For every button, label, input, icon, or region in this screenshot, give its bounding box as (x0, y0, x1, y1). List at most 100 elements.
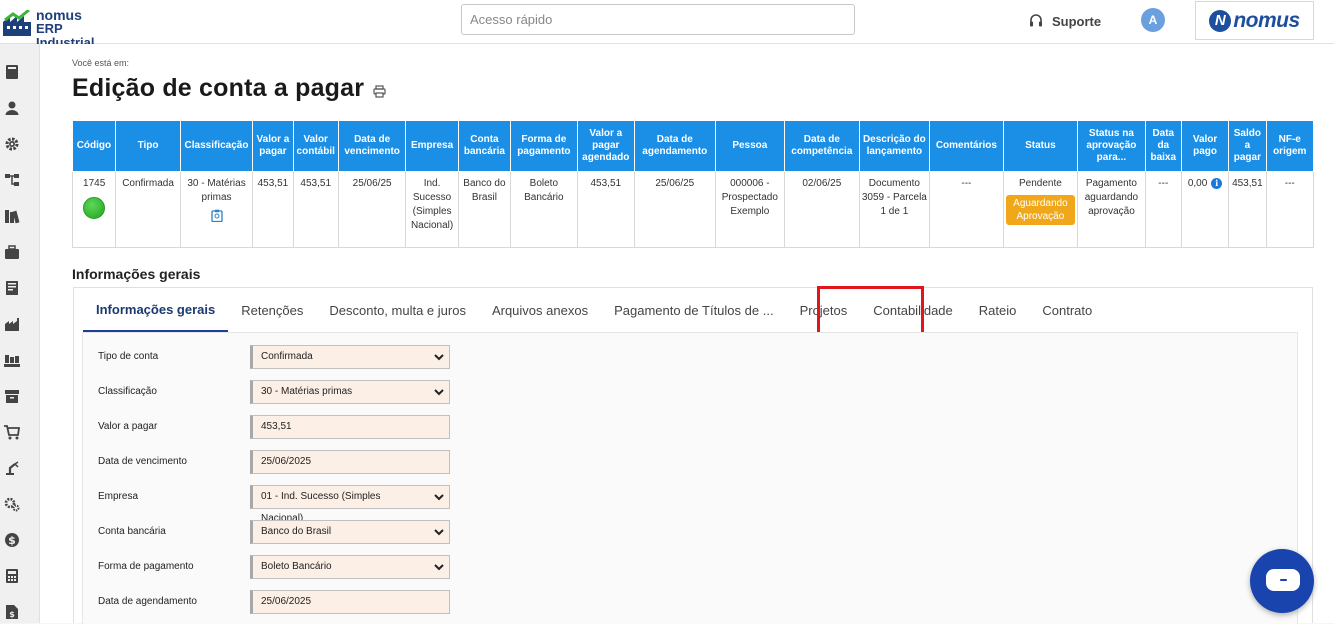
col-header[interactable]: NF-e origem (1265, 121, 1314, 172)
quick-access-search-input[interactable] (461, 4, 855, 35)
chevron-down-icon (434, 354, 444, 361)
cell-data-agendamento: 25/06/25 (634, 170, 716, 248)
pallet-icon[interactable] (4, 352, 20, 368)
robot-arm-icon[interactable] (4, 460, 20, 476)
cell-valor-pago: 0,00 i (1180, 170, 1230, 248)
col-header[interactable]: Tipo (115, 121, 181, 172)
col-header[interactable]: Valor pago (1180, 121, 1230, 172)
details-panel: Informações gerais Retenções Desconto, m… (73, 286, 1313, 624)
tab-pagamento-titulos[interactable]: Pagamento de Títulos de ... (601, 288, 786, 332)
book-icon[interactable] (4, 64, 20, 80)
brand-name: nomus (1233, 8, 1300, 32)
tab-desconto-multa-juros[interactable]: Desconto, multa e juros (316, 288, 479, 332)
classificacao-label: Classificação (98, 386, 157, 397)
form-row-empresa: Empresa 01 - Ind. Sucesso (Simples Nacio… (83, 485, 483, 524)
calculator-icon[interactable] (4, 568, 20, 584)
col-header[interactable]: Pessoa (714, 121, 786, 172)
dollar-icon[interactable]: $ (4, 532, 20, 548)
cell-status-aprovacao: Pagamento aguardando aprovação (1077, 170, 1146, 248)
col-header[interactable]: Data da baixa (1144, 121, 1182, 172)
valor-pagar-input[interactable]: 453,51 (250, 415, 450, 439)
cell-data-baixa: --- (1144, 170, 1182, 248)
conta-bancaria-select[interactable]: Banco do Brasil (250, 520, 450, 544)
user-icon[interactable] (4, 100, 20, 116)
tab-retencoes[interactable]: Retenções (228, 288, 316, 332)
data-agendamento-label: Data de agendamento (98, 596, 197, 607)
col-header[interactable]: Empresa (405, 121, 459, 172)
chevron-down-icon (434, 389, 444, 396)
data-vencimento-input[interactable]: 25/06/2025 (250, 450, 450, 474)
briefcase-icon[interactable] (4, 244, 20, 260)
org-chart-icon[interactable] (4, 172, 20, 188)
page-title: Edição de conta a pagar (72, 74, 365, 102)
books-icon[interactable] (4, 208, 20, 224)
col-header[interactable]: Status (1002, 121, 1079, 172)
cell-data-vencimento: 25/06/25 (337, 170, 407, 248)
col-header[interactable]: Saldo a pagar (1228, 121, 1267, 172)
col-header[interactable]: Valor a pagar agendado (576, 121, 636, 172)
ledger-icon[interactable] (4, 280, 20, 296)
forma-pagamento-label: Forma de pagamento (98, 561, 194, 572)
report-icon[interactable]: $ (4, 604, 20, 620)
cell-valor-contabil: 453,51 (292, 170, 339, 248)
factory-icon[interactable] (4, 316, 20, 332)
tipo-conta-label: Tipo de conta (98, 351, 159, 362)
col-header[interactable]: Data de agendamento (634, 121, 716, 172)
tab-rateio[interactable]: Rateio (966, 288, 1030, 332)
status-badge: Aguardando Aprovação (1005, 194, 1076, 225)
col-header[interactable]: Comentários (929, 121, 1004, 172)
classificacao-select[interactable]: 30 - Matérias primas (250, 380, 450, 404)
data-agendamento-input[interactable]: 25/06/2025 (250, 590, 450, 614)
form-row-classificacao: Classificação 30 - Matérias primas (83, 380, 483, 404)
cell-saldo-pagar: 453,51 (1228, 170, 1267, 248)
cell-forma-pagamento: Boleto Bancário (510, 170, 578, 248)
clipboard-icon[interactable] (210, 209, 223, 222)
archive-icon[interactable] (4, 388, 20, 404)
user-avatar[interactable]: A (1141, 8, 1165, 32)
tipo-conta-select[interactable]: Confirmada (250, 345, 450, 369)
status-green-dot-icon (83, 196, 106, 219)
cell-tipo: Confirmada (115, 170, 181, 248)
cell-valor-agendado: 453,51 (576, 170, 636, 248)
empresa-select[interactable]: 01 - Ind. Sucesso (Simples Nacional) (250, 485, 450, 524)
info-icon[interactable]: i (1211, 177, 1223, 189)
col-header[interactable]: Data de vencimento (337, 121, 407, 172)
tab-contrato[interactable]: Contrato (1029, 288, 1105, 332)
gear-icon[interactable] (4, 136, 20, 152)
cell-pessoa: 000006 - Prospectado Exemplo (714, 170, 786, 248)
data-vencimento-label: Data de vencimento (98, 456, 187, 467)
cell-valor-pagar: 453,51 (252, 170, 294, 248)
cell-codigo: 1745 (71, 170, 117, 248)
nomus-logo[interactable]: nomus ERP Industrial (3, 6, 123, 50)
table-row[interactable]: 1745 Confirmada 30 - Matérias primas 453… (71, 170, 1314, 248)
nomus-brand-logo: N nomus (1195, 1, 1314, 40)
form-row-data-vencimento: Data de vencimento 25/06/2025 (83, 450, 483, 474)
cell-status: Pendente Aguardando Aprovação (1002, 170, 1079, 248)
printer-icon[interactable] (373, 85, 386, 98)
tab-arquivos-anexos[interactable]: Arquivos anexos (479, 288, 601, 332)
chevron-down-icon (434, 529, 444, 536)
col-header[interactable]: Classificação (179, 121, 254, 172)
conta-bancaria-label: Conta bancária (98, 526, 166, 537)
forma-pagamento-select[interactable]: Boleto Bancário (250, 555, 450, 579)
support-button[interactable]: Suporte (1028, 12, 1101, 30)
form-row-valor-pagar: Valor a pagar 453,51 (83, 415, 483, 439)
chat-widget-button[interactable] (1250, 549, 1314, 613)
col-header[interactable]: Status na aprovação para... (1077, 121, 1146, 172)
col-header[interactable]: Descrição do lançamento (858, 121, 931, 172)
col-header[interactable]: Código (72, 121, 117, 172)
col-header[interactable]: Valor a pagar (252, 121, 294, 172)
cart-icon[interactable] (4, 424, 20, 440)
table-header-row: Código Tipo Classificação Valor a pagar … (72, 121, 1314, 172)
cell-descricao: Documento 3059 - Parcela 1 de 1 (858, 170, 931, 248)
status-value: Pendente (1018, 177, 1062, 189)
factory-logo-icon (3, 10, 31, 36)
tab-informacoes-gerais[interactable]: Informações gerais (83, 288, 229, 332)
col-header[interactable]: Data de competência (784, 121, 860, 172)
contabilidade-highlight-box (817, 286, 924, 336)
cogs-icon[interactable] (4, 496, 20, 512)
col-header[interactable]: Forma de pagamento (510, 121, 578, 172)
col-header[interactable]: Conta bancária (457, 121, 512, 172)
col-header[interactable]: Valor contábil (292, 121, 339, 172)
cell-data-competencia: 02/06/25 (784, 170, 860, 248)
